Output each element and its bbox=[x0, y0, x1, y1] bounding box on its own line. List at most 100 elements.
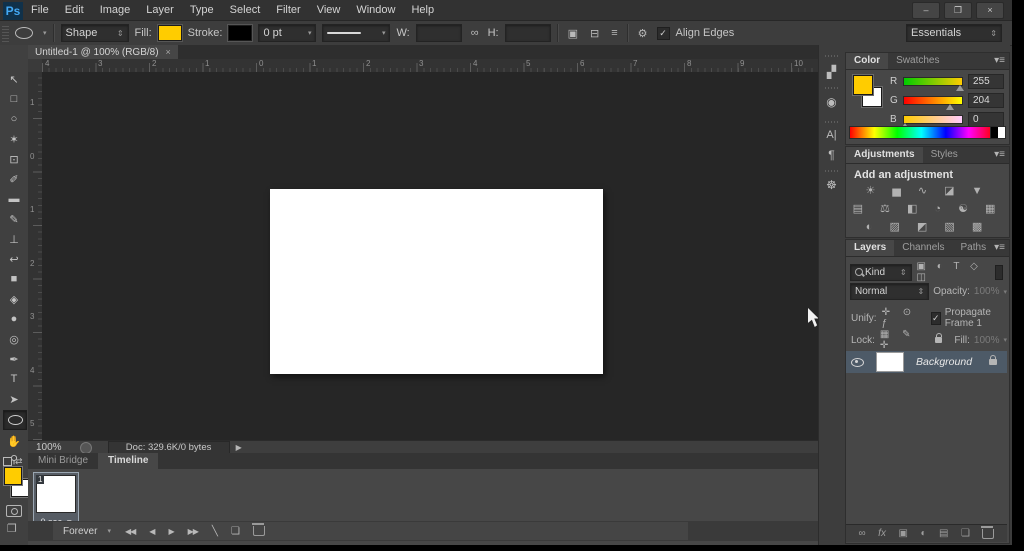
fill-arrow-icon[interactable]: ▾ bbox=[1003, 336, 1007, 344]
gradient-tool[interactable]: ◈ bbox=[3, 290, 25, 308]
red-value-input[interactable]: 255 bbox=[968, 74, 1004, 89]
propagate-checkbox[interactable]: ✓ bbox=[931, 312, 941, 325]
tab-styles[interactable]: Styles bbox=[923, 147, 966, 163]
tab-adjustments[interactable]: Adjustments bbox=[846, 147, 923, 163]
adjustment-icons-row-1[interactable]: ☀ ▅ ∿ ◪ ▼ bbox=[846, 184, 1009, 197]
previous-frame-button[interactable]: ◀ bbox=[149, 527, 154, 536]
properties-panel-icon[interactable]: ◉ bbox=[819, 95, 844, 109]
move-tool[interactable]: ↖ bbox=[3, 70, 25, 88]
restore-button[interactable]: ❐ bbox=[944, 2, 972, 19]
new-adjustment-layer-icon[interactable]: ◐ bbox=[920, 528, 926, 539]
path-alignment-icon[interactable]: ⊟ bbox=[587, 27, 602, 40]
stroke-swatch[interactable] bbox=[228, 25, 252, 41]
hand-tool[interactable]: ✋ bbox=[3, 432, 25, 450]
tab-color[interactable]: Color bbox=[846, 53, 888, 69]
tool-preset-arrow-icon[interactable]: ▾ bbox=[39, 29, 47, 37]
canvas-viewport[interactable] bbox=[42, 72, 818, 440]
opacity-value[interactable]: 100% bbox=[974, 286, 1000, 297]
filter-kind-select[interactable]: Kind⇕ bbox=[850, 264, 912, 281]
menu-type[interactable]: Type bbox=[182, 0, 222, 20]
tab-channels[interactable]: Channels bbox=[894, 240, 952, 256]
red-slider[interactable] bbox=[903, 77, 963, 86]
height-input[interactable] bbox=[505, 24, 551, 42]
blue-slider[interactable] bbox=[903, 115, 963, 124]
swap-colors-icon[interactable]: ⇄ bbox=[15, 456, 23, 467]
workspace-select[interactable]: Essentials⇕ bbox=[906, 24, 1002, 42]
ruler-origin-corner[interactable] bbox=[28, 59, 43, 73]
vertical-ruler[interactable]: 1 0 1 2 3 4 5 bbox=[28, 72, 43, 440]
play-button[interactable]: ▶ bbox=[168, 527, 173, 536]
adjustment-icons-row-3[interactable]: ◐ ▨ ◩ ▧ ▩ bbox=[846, 220, 1009, 233]
layer-name[interactable]: Background bbox=[916, 356, 972, 368]
add-mask-icon[interactable]: ▣ bbox=[898, 528, 907, 539]
menu-image[interactable]: Image bbox=[92, 0, 139, 20]
dodge-tool[interactable]: ◎ bbox=[3, 330, 25, 348]
magic-wand-tool[interactable]: ✶ bbox=[3, 130, 25, 148]
clone-stamp-tool[interactable]: ⊥ bbox=[3, 230, 25, 248]
document-tab[interactable]: Untitled-1 @ 100% (RGB/8)× bbox=[28, 45, 178, 59]
stroke-width-select[interactable]: 0 pt▾ bbox=[258, 24, 316, 42]
horizontal-ruler[interactable]: 4 3 2 1 0 1 2 3 4 5 6 7 8 9 10 bbox=[42, 59, 818, 73]
zoom-level-field[interactable]: 100% bbox=[36, 442, 62, 453]
menu-window[interactable]: Window bbox=[348, 0, 403, 20]
new-group-folder-icon[interactable]: ▤ bbox=[939, 528, 948, 539]
tab-paths[interactable]: Paths bbox=[953, 240, 995, 256]
new-layer-icon[interactable]: ❏ bbox=[961, 528, 970, 539]
adjustment-icons-row-2[interactable]: ▤ ⚖ ◧ ◔ ☯ ▦ bbox=[846, 202, 1009, 215]
histogram-panel-icon[interactable]: ▞ bbox=[819, 65, 844, 79]
foreground-color-swatch[interactable] bbox=[4, 467, 22, 485]
geometry-options-gear-icon[interactable]: ⚙ bbox=[635, 27, 651, 40]
close-button[interactable]: × bbox=[976, 2, 1004, 19]
fill-value[interactable]: 100% bbox=[974, 335, 1000, 346]
link-dimensions-icon[interactable]: ∞ bbox=[468, 27, 482, 39]
path-arrangement-icon[interactable]: ≡ bbox=[608, 27, 620, 39]
menu-select[interactable]: Select bbox=[222, 0, 269, 20]
ellipse-tool-selected[interactable] bbox=[3, 410, 27, 430]
layer-thumbnail[interactable] bbox=[876, 352, 904, 372]
delete-frame-trash-icon[interactable] bbox=[253, 526, 265, 536]
lock-icons[interactable]: ▦ ✎ ✛ bbox=[879, 329, 931, 351]
eraser-tool[interactable]: ■ bbox=[3, 270, 25, 288]
green-value-input[interactable]: 204 bbox=[968, 93, 1004, 108]
color-spectrum-ramp[interactable] bbox=[849, 126, 994, 139]
first-frame-button[interactable]: ◀◀ bbox=[125, 527, 135, 536]
pen-tool[interactable]: ✒ bbox=[3, 350, 25, 368]
crop-tool[interactable]: ⊡ bbox=[3, 150, 25, 168]
lasso-tool[interactable]: ○ bbox=[3, 110, 25, 128]
canvas[interactable] bbox=[270, 189, 603, 374]
eyedropper-tool[interactable]: ✐ bbox=[3, 170, 25, 188]
panel-menu-icon[interactable]: ▾≡ bbox=[994, 240, 1009, 256]
tab-close-icon[interactable]: × bbox=[166, 47, 171, 57]
brush-tool[interactable]: ✎ bbox=[3, 210, 25, 228]
unify-icons[interactable]: ✛ ⊙ ƒ bbox=[881, 307, 921, 329]
menu-file[interactable]: File bbox=[23, 0, 57, 20]
green-slider[interactable] bbox=[903, 96, 963, 105]
navigation-wheel-panel-icon[interactable]: ☸ bbox=[819, 178, 844, 192]
menu-filter[interactable]: Filter bbox=[268, 0, 308, 20]
ellipse-tool-preview-icon[interactable] bbox=[15, 27, 33, 39]
menu-layer[interactable]: Layer bbox=[138, 0, 182, 20]
shape-mode-select[interactable]: Shape⇕ bbox=[61, 24, 129, 42]
background-layer-row[interactable]: Background bbox=[846, 351, 1007, 373]
tab-swatches[interactable]: Swatches bbox=[888, 53, 947, 69]
panel-menu-icon[interactable]: ▾≡ bbox=[994, 147, 1009, 163]
blue-value-input[interactable]: 0 bbox=[968, 112, 1004, 127]
link-layers-icon[interactable]: ∞ bbox=[859, 528, 866, 539]
status-flyout-arrow-icon[interactable]: ▶ bbox=[236, 443, 242, 452]
tab-timeline[interactable]: Timeline bbox=[98, 453, 158, 469]
minimize-button[interactable]: – bbox=[912, 2, 940, 19]
duplicate-frame-button[interactable]: ❏ bbox=[231, 526, 239, 537]
foreground-color-swatch[interactable] bbox=[853, 75, 873, 95]
black-white-ramp-cap[interactable] bbox=[990, 126, 1006, 139]
tab-layers[interactable]: Layers bbox=[846, 240, 894, 256]
path-selection-tool[interactable]: ➤ bbox=[3, 390, 25, 408]
default-colors-icon[interactable] bbox=[3, 457, 12, 466]
options-grip[interactable] bbox=[2, 24, 9, 42]
blend-mode-select[interactable]: Normal⇕ bbox=[850, 283, 929, 300]
filter-type-icons[interactable]: ▣ ◐ T ◇ ◫ bbox=[916, 261, 991, 283]
lock-all-icon[interactable] bbox=[935, 337, 942, 343]
character-panel-icon[interactable]: A| bbox=[819, 129, 844, 141]
delete-layer-trash-icon[interactable] bbox=[982, 529, 994, 539]
history-brush-tool[interactable]: ↩ bbox=[3, 250, 25, 268]
next-frame-button[interactable]: ▶▶ bbox=[188, 527, 198, 536]
